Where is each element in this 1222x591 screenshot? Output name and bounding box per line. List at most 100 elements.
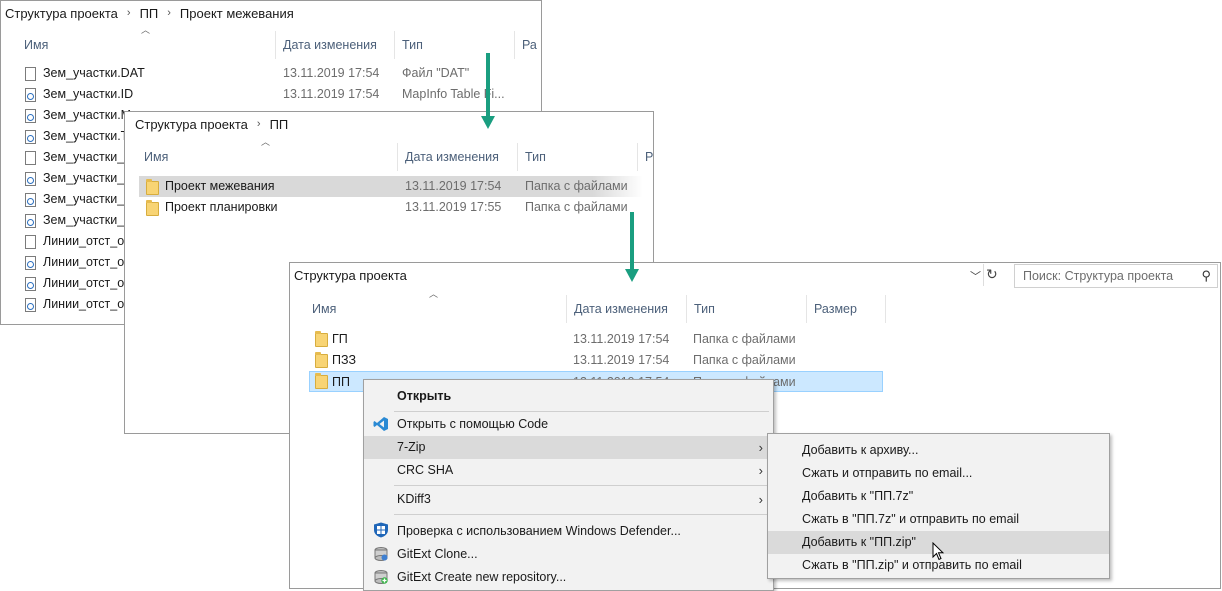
file-name: Зем_участки.DAT: [43, 66, 145, 80]
file-name: Линии_отст_от: [43, 234, 130, 248]
refresh-button[interactable]: ↻: [983, 264, 1001, 286]
chevron-right-icon: ›: [256, 118, 261, 130]
chevron-right-icon: ›: [126, 7, 131, 19]
folder-name: ПЗЗ: [332, 353, 357, 367]
address-text: Структура проекта: [294, 268, 407, 283]
menu-item-label: CRC SHA: [397, 463, 454, 477]
column-header-row: ︿ Имя Дата изменения Тип Ра: [17, 25, 541, 59]
folder-type: Папка с файлами: [525, 200, 628, 214]
breadcrumb-item[interactable]: Структура проекта: [135, 117, 248, 132]
arrow-down-icon: [486, 53, 490, 116]
mapinfo-file-icon: [25, 172, 36, 186]
column-size[interactable]: Ра: [514, 31, 541, 59]
column-header-row: ︿ Имя Дата изменения Тип Размер: [305, 289, 1220, 323]
menu-item-label: GitExt Clone...: [397, 547, 478, 561]
search-placeholder: Поиск: Структура проекта: [1023, 269, 1174, 283]
column-type[interactable]: Тип: [517, 143, 637, 171]
folder-name: ГП: [332, 332, 348, 346]
file-name: Линии_отст_от: [43, 255, 130, 269]
folder-date: 13.11.2019 17:55: [405, 200, 502, 214]
submenu-item-compress-7z-email[interactable]: Сжать в "ПП.7z" и отправить по email: [768, 508, 1109, 531]
submenu-item-add-to-archive[interactable]: Добавить к архиву...: [768, 439, 1109, 462]
column-type[interactable]: Тип: [394, 31, 514, 59]
file-date: 13.11.2019 17:54: [283, 66, 380, 80]
mapinfo-file-icon: [25, 109, 36, 123]
folder-date: 13.11.2019 17:54: [573, 332, 670, 346]
chevron-right-icon: ›: [758, 492, 763, 507]
breadcrumb-item[interactable]: ПП: [270, 117, 289, 132]
menu-item-open-with-code[interactable]: Открыть с помощью Code: [364, 413, 773, 436]
document-icon: [25, 67, 36, 81]
chevron-right-icon: ›: [758, 440, 763, 455]
breadcrumb: Структура проекта › ПП: [125, 112, 653, 136]
folder-type: Папка с файлами: [525, 179, 628, 193]
document-icon: [25, 235, 36, 249]
document-icon: [25, 151, 36, 165]
mapinfo-file-icon: [25, 298, 36, 312]
file-row[interactable]: Зем_участки.DAT 13.11.2019 17:54 Файл "DAT…: [19, 63, 539, 84]
folder-row-selected[interactable]: Проект межевания 13.11.2019 17:54 Папка …: [139, 176, 643, 197]
menu-item-windows-defender[interactable]: Проверка с использованием Windows Defend…: [364, 520, 773, 543]
column-name[interactable]: Имя: [17, 31, 275, 59]
submenu-item-compress-email[interactable]: Сжать и отправить по email...: [768, 462, 1109, 485]
column-date[interactable]: Дата изменения: [397, 143, 517, 171]
file-name: Линии_отст_от: [43, 297, 130, 311]
menu-item-label: Проверка с использованием Windows Defend…: [397, 524, 681, 538]
arrowhead-icon: [625, 269, 639, 282]
file-name: Зем_участки_и: [43, 171, 132, 185]
column-name[interactable]: Имя: [137, 143, 397, 171]
menu-item-label: Открыть с помощью Code: [397, 417, 549, 431]
folder-row[interactable]: ГП 13.11.2019 17:54 Папка с файлами: [309, 329, 883, 350]
chevron-down-icon[interactable]: ﹀: [970, 268, 981, 284]
menu-item-open[interactable]: Открыть: [364, 385, 773, 408]
search-box[interactable]: Поиск: Структура проекта ⚲: [1014, 264, 1218, 288]
file-row[interactable]: Зем_участки.ID 13.11.2019 17:54 MapInfo Ta…: [19, 84, 539, 105]
mapinfo-file-icon: [25, 130, 36, 144]
folder-name: Проект межевания: [165, 179, 275, 193]
column-type[interactable]: Тип: [686, 295, 806, 323]
folder-icon: [315, 331, 328, 347]
file-name: Зем_участки_и: [43, 213, 132, 227]
file-date: 13.11.2019 17:54: [283, 87, 380, 101]
column-size[interactable]: Размер: [806, 295, 886, 323]
refresh-icon: ↻: [986, 266, 998, 282]
mapinfo-file-icon: [25, 214, 36, 228]
folder-icon: [146, 179, 159, 195]
file-name: Зем_участки.T: [43, 129, 129, 143]
column-date[interactable]: Дата изменения: [275, 31, 394, 59]
file-name: Зем_участки_и: [43, 192, 132, 206]
menu-item-crc-sha[interactable]: CRC SHA ›: [364, 459, 773, 482]
mapinfo-file-icon: [25, 88, 36, 102]
column-name[interactable]: Имя: [305, 295, 566, 323]
folder-type: Папка с файлами: [693, 353, 796, 367]
folder-row[interactable]: Проект планировки 13.11.2019 17:55 Папка…: [139, 197, 643, 218]
menu-item-gitext-clone[interactable]: GitExt Clone...: [364, 543, 773, 566]
column-size[interactable]: Ра: [637, 143, 653, 171]
folder-name: Проект планировки: [165, 200, 278, 214]
menu-item-label: 7-Zip: [397, 440, 426, 454]
breadcrumb-item[interactable]: Структура проекта: [5, 6, 118, 21]
context-menu: Открыть Открыть с помощью Code 7-Zip › C…: [363, 379, 774, 591]
menu-item-7zip[interactable]: 7-Zip ›: [364, 436, 773, 459]
folder-row[interactable]: ПЗЗ 13.11.2019 17:54 Папка с файлами: [309, 350, 883, 371]
folder-type: Папка с файлами: [693, 332, 796, 346]
menu-item-gitext-new-repo[interactable]: GitExt Create new repository...: [364, 566, 773, 589]
folder-icon: [146, 200, 159, 216]
chevron-right-icon: ›: [167, 7, 171, 19]
arrow-down-icon: [630, 212, 634, 269]
submenu-item-add-7z[interactable]: Добавить к "ПП.7z": [768, 485, 1109, 508]
column-date[interactable]: Дата изменения: [566, 295, 686, 323]
folder-date: 13.11.2019 17:54: [573, 353, 670, 367]
menu-item-kdiff3[interactable]: KDiff3 ›: [364, 488, 773, 511]
file-name: Линии_отст_от: [43, 276, 130, 290]
search-icon: ⚲: [1201, 268, 1211, 283]
breadcrumb-item[interactable]: Проект межевания: [180, 6, 294, 21]
menu-separator: [394, 411, 769, 412]
chevron-right-icon: ›: [758, 463, 763, 478]
column-header-row: ︿ Имя Дата изменения Тип Ра: [137, 137, 653, 171]
breadcrumb-item[interactable]: ПП: [140, 6, 159, 21]
mapinfo-file-icon: [25, 256, 36, 270]
menu-separator: [394, 514, 769, 515]
mouse-cursor-icon: [932, 542, 944, 561]
folder-icon: [315, 373, 328, 389]
